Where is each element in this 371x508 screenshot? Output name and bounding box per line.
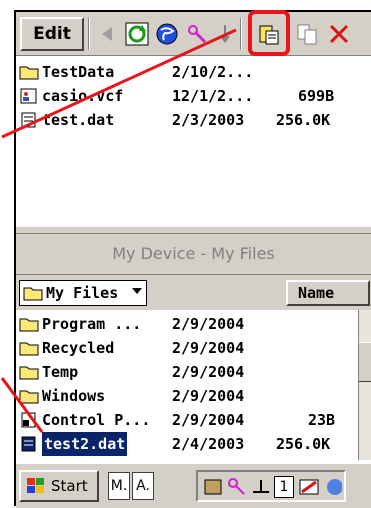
file-name: Windows <box>42 387 106 405</box>
copy-icon[interactable] <box>292 17 322 51</box>
sort-button[interactable]: Name <box>286 280 370 306</box>
file-date: 2/10/2... <box>172 63 254 81</box>
toolbar-separator <box>88 18 90 50</box>
people-icon[interactable] <box>202 476 224 498</box>
file-date: 2/9/2004 <box>172 315 245 333</box>
file-manager-window: Edit TestData 2/10/2... casio.vcf 12/1/2… <box>14 10 371 508</box>
start-label: Start <box>51 477 88 495</box>
delete-icon[interactable] <box>324 17 354 51</box>
file-date: 2/9/2004 <box>172 363 245 381</box>
folder-icon <box>19 66 39 80</box>
list-item[interactable]: Recycled 2/9/2004 <box>16 336 358 360</box>
task-button[interactable]: M. <box>108 472 130 500</box>
file-date: 12/1/2... <box>172 87 254 105</box>
file-date: 2/3/2003 <box>172 111 245 129</box>
folder-icon <box>23 287 43 301</box>
file-name: test.dat <box>42 111 115 129</box>
taskbar: Start M. A. 1 <box>16 462 371 508</box>
location-dropdown[interactable]: My Files <box>19 280 147 306</box>
list-item[interactable]: Windows 2/9/2004 <box>16 384 358 408</box>
file-name: Recycled <box>42 339 115 357</box>
file-date: 2/9/2004 <box>172 387 245 405</box>
toolbar: Edit <box>16 10 371 56</box>
vertical-scrollbar[interactable] <box>358 310 371 460</box>
connection-icon[interactable] <box>250 476 272 498</box>
stylus-icon[interactable] <box>226 476 248 498</box>
start-button[interactable]: Start <box>19 470 99 502</box>
folder-icon <box>19 366 39 380</box>
file-size: 256.0K <box>276 435 331 453</box>
toolbar-separator <box>240 18 242 50</box>
shortcut-file-icon <box>21 412 36 428</box>
lower-file-list: Program ... 2/9/2004 Recycled 2/9/2004 T… <box>16 310 358 460</box>
down-arrow-icon[interactable] <box>210 17 240 51</box>
scroll-thumb[interactable] <box>359 342 371 382</box>
tray-number-indicator[interactable]: 1 <box>274 476 294 498</box>
list-item[interactable]: Temp 2/9/2004 <box>16 360 358 384</box>
folder-icon <box>19 390 39 404</box>
contact-card-icon <box>20 88 37 104</box>
list-item[interactable]: TestData 2/10/2... <box>16 60 371 84</box>
file-name: Control P... <box>42 411 151 429</box>
file-name: TestData <box>42 63 115 81</box>
file-name: Temp <box>42 363 79 381</box>
task-button[interactable]: A. <box>132 472 154 500</box>
refresh-icon[interactable] <box>122 17 152 51</box>
list-item[interactable]: Control P... 2/9/2004 23B <box>16 408 358 432</box>
pane-splitter[interactable] <box>16 226 371 234</box>
file-name: casio.vcf <box>42 87 124 105</box>
file-date: 2/4/2003 <box>172 435 245 453</box>
location-bar: My Files Name <box>16 274 371 310</box>
file-date: 2/9/2004 <box>172 339 245 357</box>
list-item-selected[interactable]: test2.dat 2/4/2003 256.0K <box>16 432 358 456</box>
file-icon <box>21 112 36 128</box>
list-item[interactable]: Program ... 2/9/2004 <box>16 312 358 336</box>
highlighter-icon[interactable] <box>182 17 212 51</box>
file-icon <box>21 436 36 452</box>
file-size: 23B <box>308 411 336 429</box>
file-name: Program ... <box>42 315 142 333</box>
folder-icon <box>19 342 39 356</box>
file-date: 2/9/2004 <box>172 411 245 429</box>
edit-menu-button[interactable]: Edit <box>20 17 84 51</box>
file-size: 256.0K <box>276 111 331 129</box>
browser-icon[interactable] <box>324 476 342 498</box>
pen-input-icon[interactable] <box>298 476 320 498</box>
system-tray: 1 <box>196 470 346 502</box>
folder-icon <box>19 318 39 332</box>
location-label: My Files <box>46 284 119 302</box>
windows-flag-icon <box>27 478 44 493</box>
list-item[interactable]: casio.vcf 12/1/2... 699B <box>16 84 371 108</box>
page-title: My Device - My Files <box>16 234 371 274</box>
back-arrow-icon[interactable] <box>92 17 122 51</box>
file-name: test2.dat <box>42 432 128 456</box>
list-item[interactable]: test.dat 2/3/2003 256.0K <box>16 108 371 132</box>
globe-icon[interactable] <box>152 17 182 51</box>
highlight-box <box>248 10 290 56</box>
chevron-down-icon <box>132 288 142 294</box>
upper-file-list: TestData 2/10/2... casio.vcf 12/1/2... 6… <box>16 56 371 226</box>
file-size: 699B <box>298 87 335 105</box>
